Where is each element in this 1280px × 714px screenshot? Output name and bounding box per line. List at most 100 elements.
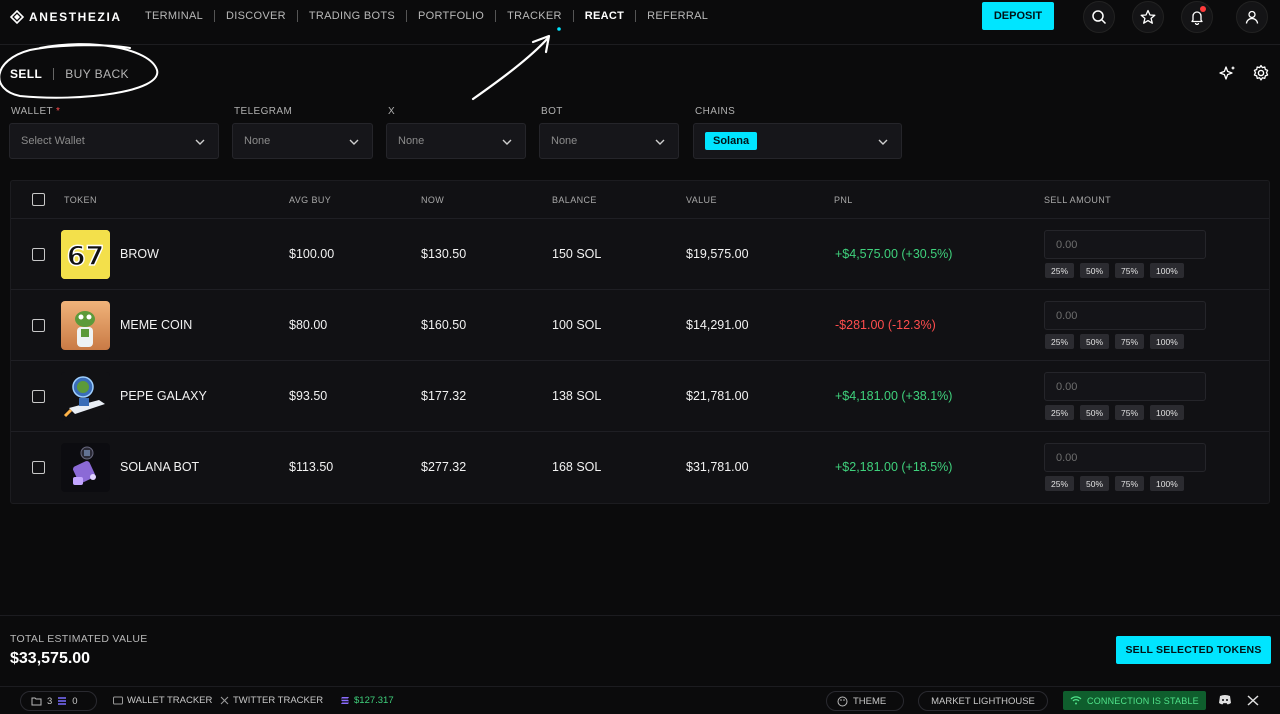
row-checkbox[interactable]: [32, 248, 45, 261]
sell-amount-input[interactable]: 0.00: [1044, 301, 1206, 330]
nav-trading-bots[interactable]: TRADING BOTS: [309, 10, 395, 22]
value: $19,575.00: [686, 247, 749, 261]
token-name: SOLANA BOT: [120, 460, 200, 474]
value: $21,781.00: [686, 389, 749, 403]
deposit-button[interactable]: DEPOSIT: [982, 2, 1054, 30]
row-checkbox[interactable]: [32, 461, 45, 474]
sell-amount-input[interactable]: 0.00: [1044, 372, 1206, 401]
avg-buy: $93.50: [289, 389, 328, 403]
sol-price: $127.317: [340, 695, 394, 706]
chain-chip-solana[interactable]: Solana: [705, 132, 758, 150]
pct-100-button[interactable]: 100%: [1150, 405, 1184, 420]
chevron-down-icon: [655, 139, 665, 145]
sell-amount-placeholder: 0.00: [1056, 238, 1078, 251]
account-button[interactable]: [1236, 1, 1268, 33]
wallet-label: WALLET *: [11, 106, 61, 117]
pct-50-button[interactable]: 50%: [1080, 334, 1110, 349]
sell-selected-button[interactable]: SELL SELECTED TOKENS: [1116, 636, 1271, 664]
value: $31,781.00: [686, 460, 749, 474]
balance: 100 SOL: [552, 318, 602, 332]
brand-logo[interactable]: ANESTHEZIA: [10, 10, 122, 24]
col-sell-amount: SELL AMOUNT: [1044, 195, 1112, 205]
pct-25-button[interactable]: 25%: [1045, 263, 1075, 278]
sell-amount-placeholder: 0.00: [1056, 451, 1078, 464]
avg-buy: $100.00: [289, 247, 335, 261]
token-logo-solana-bot: [61, 443, 110, 492]
pct-50-button[interactable]: 50%: [1080, 405, 1110, 420]
sell-amount-input[interactable]: 0.00: [1044, 443, 1206, 472]
pct-25-button[interactable]: 25%: [1045, 476, 1075, 491]
summary-bar: [0, 615, 1280, 686]
tab-sell[interactable]: SELL: [10, 67, 42, 81]
balance: 150 SOL: [552, 247, 602, 261]
bot-label: BOT: [541, 106, 563, 117]
pnl: -$281.00 (-12.3%): [835, 318, 936, 332]
twitter-tracker-link[interactable]: TWITTER TRACKER: [220, 695, 323, 706]
star-icon: [1140, 9, 1156, 24]
nav-divider: [406, 10, 407, 22]
nav-terminal[interactable]: TERMINAL: [145, 10, 203, 22]
bot-select-value: None: [551, 135, 578, 147]
pct-75-button[interactable]: 75%: [1115, 476, 1145, 491]
x-label: X: [388, 106, 396, 117]
nav-discover[interactable]: DISCOVER: [226, 10, 286, 22]
theme-button[interactable]: THEME: [826, 691, 904, 711]
pct-100-button[interactable]: 100%: [1150, 476, 1184, 491]
telegram-select-value: None: [244, 135, 271, 147]
search-button[interactable]: [1083, 1, 1115, 33]
chevron-down-icon: [349, 139, 359, 145]
discord-icon[interactable]: [1218, 694, 1232, 706]
x-select[interactable]: None: [386, 123, 526, 159]
nav-tracker[interactable]: TRACKER: [507, 10, 562, 22]
pct-75-button[interactable]: 75%: [1115, 263, 1145, 278]
top-bar: ANESTHEZIA TERMINAL DISCOVER TRADING BOT…: [0, 0, 1280, 45]
pct-25-button[interactable]: 25%: [1045, 334, 1075, 349]
chains-select[interactable]: Solana: [693, 123, 902, 159]
pnl: +$4,575.00 (+30.5%): [835, 247, 953, 261]
sparkle-icon[interactable]: [1219, 64, 1237, 82]
wallet-select-placeholder: Select Wallet: [21, 135, 85, 147]
nav-portfolio[interactable]: PORTFOLIO: [418, 10, 484, 22]
counts-pill[interactable]: 3 0: [20, 691, 97, 711]
now-price: $160.50: [421, 318, 467, 332]
table-row: 67 BROW $100.00 $130.50 150 SOL $19,575.…: [11, 219, 1269, 290]
notifications-button[interactable]: [1181, 1, 1213, 33]
main-nav: TERMINAL DISCOVER TRADING BOTS PORTFOLIO…: [145, 10, 708, 22]
now-price: $130.50: [421, 247, 467, 261]
tab-buy-back[interactable]: BUY BACK: [65, 67, 129, 81]
nav-react[interactable]: REACT: [585, 10, 624, 22]
count-a: 3: [47, 695, 53, 707]
pct-100-button[interactable]: 100%: [1150, 334, 1184, 349]
nav-divider: [296, 10, 298, 22]
gear-icon[interactable]: [1252, 64, 1270, 82]
chevron-down-icon: [878, 139, 888, 145]
token-logo-brow: 67: [61, 230, 110, 279]
pct-100-button[interactable]: 100%: [1150, 263, 1184, 278]
table-row: PEPE GALAXY $93.50 $177.32 138 SOL $21,7…: [11, 361, 1269, 432]
nav-referral[interactable]: REFERRAL: [647, 10, 708, 22]
col-balance: BALANCE: [552, 195, 597, 205]
row-checkbox[interactable]: [32, 390, 45, 403]
pct-50-button[interactable]: 50%: [1080, 476, 1110, 491]
x-social-icon[interactable]: [1247, 695, 1259, 706]
table-header: TOKEN AVG BUY NOW BALANCE VALUE PNL SELL…: [11, 181, 1269, 219]
chains-label: CHAINS: [695, 106, 736, 117]
percent-buttons: 25% 50% 75% 100%: [1045, 405, 1184, 420]
col-now: NOW: [421, 195, 445, 205]
sell-amount-input[interactable]: 0.00: [1044, 230, 1206, 259]
pct-25-button[interactable]: 25%: [1045, 405, 1075, 420]
pct-75-button[interactable]: 75%: [1115, 405, 1145, 420]
pct-75-button[interactable]: 75%: [1115, 334, 1145, 349]
telegram-select[interactable]: None: [232, 123, 373, 159]
bot-select[interactable]: None: [539, 123, 679, 159]
wallet-select[interactable]: Select Wallet: [9, 123, 219, 159]
pct-50-button[interactable]: 50%: [1080, 263, 1110, 278]
wallet-tracker-link[interactable]: WALLET TRACKER: [113, 695, 212, 706]
now-price: $177.32: [421, 389, 467, 403]
market-lighthouse-button[interactable]: MARKET LIGHTHOUSE: [918, 691, 1048, 711]
user-icon: [1245, 10, 1259, 24]
select-all-checkbox[interactable]: [32, 193, 45, 206]
favorites-button[interactable]: [1132, 1, 1164, 33]
col-token: TOKEN: [64, 195, 97, 205]
row-checkbox[interactable]: [32, 319, 45, 332]
